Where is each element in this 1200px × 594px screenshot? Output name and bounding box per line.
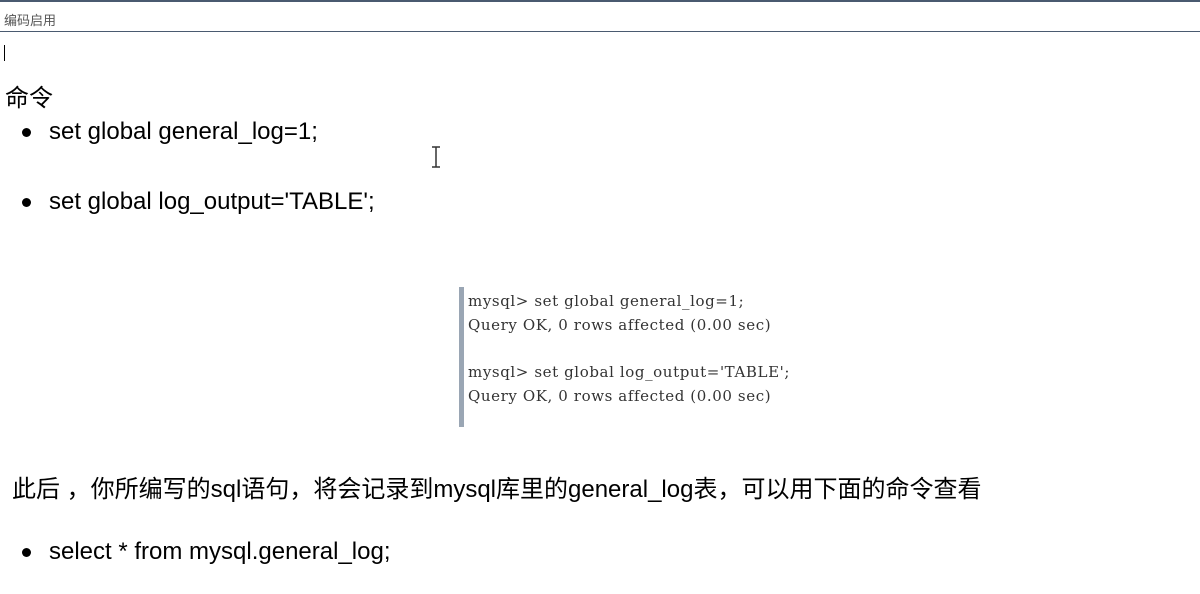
toolbar-label: 编码启用 [4,14,57,29]
bullet-text: set global log_output='TABLE'; [49,188,375,215]
bullet-icon [22,197,31,207]
terminal-line: Query OK, 0 rows affected (0.00 sec) [468,387,772,405]
terminal-line: mysql> set global general_log=1; [468,292,745,310]
terminal-line: mysql> set global log_output='TABLE'; [468,363,791,381]
section-heading: 命令 [5,84,53,112]
bullet-text: select * from mysql.general_log; [49,538,391,565]
description-paragraph: 此后 ，你所编写的sql语句，将会记录到mysql库里的general_log表… [12,476,982,503]
bullet-icon [22,127,31,137]
terminal-line: Query OK, 0 rows affected (0.00 sec) [468,316,772,334]
text-cursor [4,45,5,61]
bullet-item-command-2: set global log_output='TABLE'; [22,188,1122,216]
terminal-border [459,287,464,427]
bullet-text: set global general_log=1; [49,118,318,145]
bullet-item-command-1: set global general_log=1; [22,118,1122,146]
ibeam-cursor-icon [432,146,440,168]
terminal-screenshot: mysql> set global general_log=1; Query O… [459,287,869,427]
bullet-item-select-command: select * from mysql.general_log; [22,538,1122,566]
bullet-icon [22,547,31,557]
editor-toolbar: 编码启用 [0,0,1200,32]
